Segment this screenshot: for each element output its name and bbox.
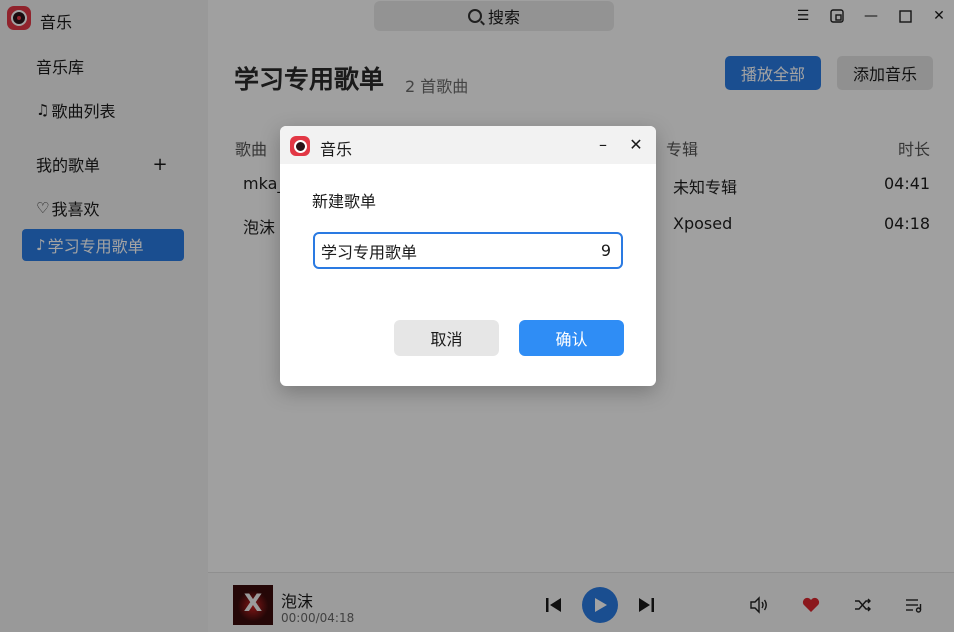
char-count: 9 (600, 241, 611, 260)
new-playlist-dialog: 音乐 – ✕ 新建歌单 学习专用歌单 9 取消 确认 (280, 126, 656, 386)
dialog-titlebar: 音乐 – ✕ (280, 126, 656, 164)
minimize-icon[interactable]: – (594, 135, 612, 154)
cancel-button[interactable]: 取消 (394, 320, 499, 356)
dialog-title: 音乐 (320, 140, 353, 159)
dialog-label: 新建歌单 (312, 192, 377, 211)
confirm-button[interactable]: 确认 (519, 320, 624, 356)
playlist-name-input[interactable]: 学习专用歌单 9 (313, 232, 623, 269)
app-logo-icon (290, 136, 310, 156)
close-icon[interactable]: ✕ (627, 135, 645, 154)
playlist-name-value[interactable]: 学习专用歌单 (321, 239, 601, 263)
